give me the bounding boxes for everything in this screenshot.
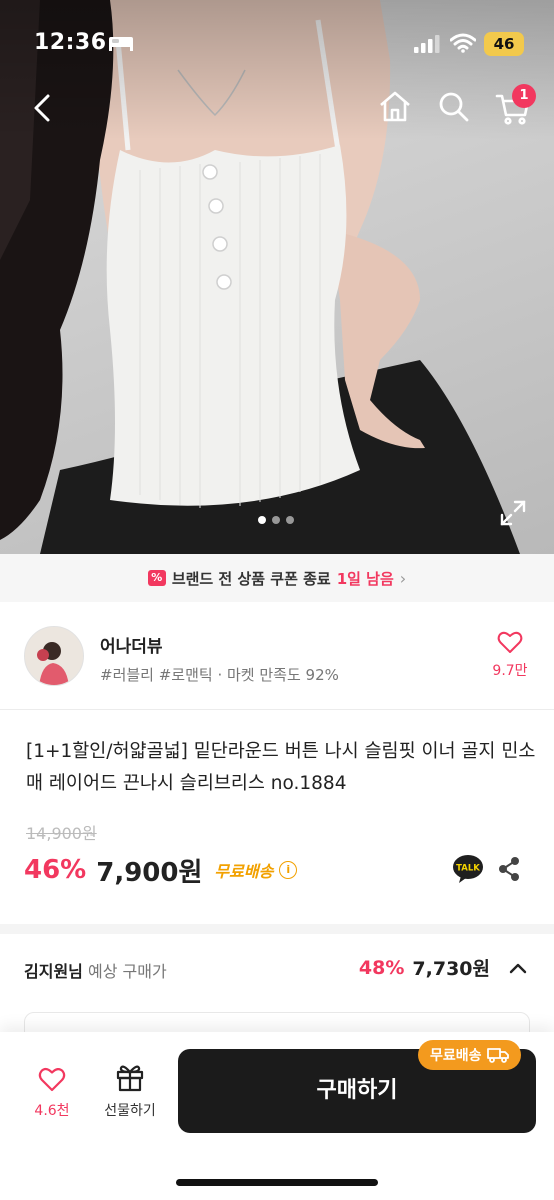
chevron-left-icon — [34, 94, 50, 122]
store-like-count: 9.7만 — [492, 663, 528, 679]
home-icon — [380, 91, 410, 122]
section-divider — [0, 924, 554, 934]
truck-icon — [486, 1048, 509, 1063]
gift-button[interactable]: 선물하기 — [96, 1062, 164, 1120]
free-shipping-label: 무료배송 — [214, 862, 274, 881]
home-indicator — [176, 1179, 378, 1186]
share-icon — [499, 857, 519, 881]
original-price: 14,900원 — [26, 824, 97, 843]
store-avatar[interactable] — [24, 626, 84, 686]
coupon-banner[interactable]: % 브랜드 전 상품 쿠폰 종료 1일 남음 › — [0, 554, 554, 602]
gift-label: 선물하기 — [104, 1103, 156, 1119]
talk-label: TALK — [456, 864, 480, 874]
store-tags: #러블리 #로맨틱 · 마켓 만족도 92% — [100, 666, 339, 684]
sale-price: 7,900원 — [96, 857, 203, 888]
cart-count-badge: 1 — [512, 84, 536, 108]
member-price-value: 48% 7,730원 — [359, 954, 528, 981]
expand-image-button[interactable] — [498, 498, 528, 528]
heart-icon — [38, 1068, 66, 1092]
carousel-dot[interactable] — [258, 516, 266, 524]
bed-icon — [109, 37, 133, 51]
signal-icon — [414, 35, 440, 53]
carousel-indicator — [258, 516, 294, 524]
carousel-dot[interactable] — [272, 516, 280, 524]
store-info[interactable]: 어나더뷰 #러블리 #로맨틱 · 마켓 만족도 92% 9.7만 — [0, 602, 554, 710]
member-price-label: 김지원님 예상 구매가 — [24, 958, 167, 982]
wifi-icon — [450, 33, 476, 53]
wish-button[interactable]: 4.6천 — [24, 1066, 80, 1120]
member-discount: 48% — [358, 956, 405, 979]
member-price-row[interactable]: 김지원님 예상 구매가 48% 7,730원 — [0, 934, 554, 1004]
free-shipping-badge: 무료배송 — [418, 1040, 521, 1070]
info-icon[interactable]: i — [279, 861, 298, 879]
kakao-talk-button[interactable]: TALK — [452, 854, 484, 884]
product-image-carousel[interactable]: 12:36 46 1 — [0, 0, 554, 554]
discount-rate: 46% — [24, 855, 87, 885]
search-icon — [439, 92, 469, 122]
expand-icon — [500, 500, 526, 526]
gift-icon — [116, 1065, 144, 1092]
search-button[interactable] — [436, 88, 472, 126]
chevron-right-icon: › — [399, 568, 407, 588]
product-title: [1+1할인/허얇골넓] 밑단라운드 버튼 나시 슬림핏 이너 골지 민소매 레… — [26, 741, 536, 794]
avatar-image — [25, 627, 83, 685]
member-label-text: 예상 구매가 — [82, 962, 167, 981]
member-name: 김지원님 — [24, 962, 83, 981]
member-price: 7,730원 — [412, 958, 490, 980]
free-shipping-badge-text: 무료배송 — [430, 1048, 482, 1064]
kakao-talk-icon: TALK — [453, 855, 483, 883]
battery-indicator: 46 — [484, 32, 524, 56]
status-time: 12:36 — [34, 30, 107, 55]
price-row: 46% 7,900원 무료배송 i — [24, 850, 298, 890]
status-bar: 12:36 46 — [0, 0, 554, 90]
store-like-button[interactable]: 9.7만 — [486, 630, 534, 680]
store-name[interactable]: 어나더뷰 — [100, 632, 163, 657]
coupon-text: 브랜드 전 상품 쿠폰 종료 — [171, 569, 331, 588]
carousel-dot[interactable] — [286, 516, 294, 524]
share-button[interactable] — [496, 854, 522, 884]
heart-icon — [497, 631, 523, 653]
wish-count: 4.6천 — [34, 1103, 70, 1119]
back-button[interactable] — [26, 88, 62, 128]
chevron-up-icon[interactable] — [508, 961, 528, 975]
bottom-action-bar: 4.6천 선물하기 구매하기 무료배송 — [0, 1032, 554, 1200]
coupon-remaining: 1일 남음 — [336, 569, 394, 588]
coupon-icon: % — [147, 570, 166, 586]
home-button[interactable] — [376, 88, 414, 126]
